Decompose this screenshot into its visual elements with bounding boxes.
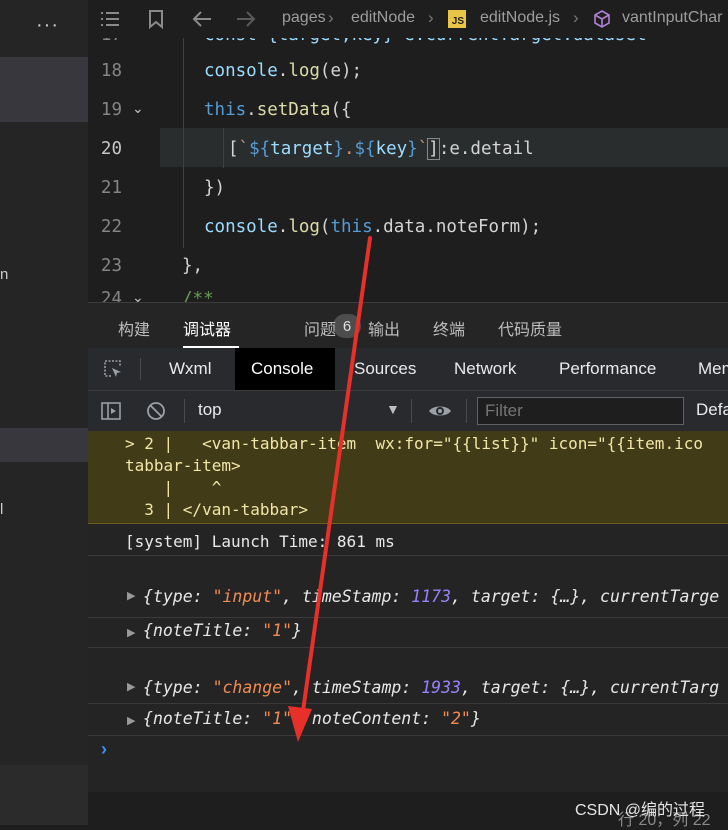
tab-output[interactable]: 输出 (368, 316, 400, 340)
sidebar-text-fragment-2: l (0, 501, 4, 518)
code-line-22: 22 console.log(this.data.noteForm); (100, 217, 542, 237)
warning-line: > 2 | <van-tabbar-item wx:for="{{list}}"… (125, 434, 703, 453)
subtab-network[interactable]: Network (438, 348, 532, 390)
show-sidebar-icon[interactable] (100, 400, 122, 422)
tab-terminal[interactable]: 终端 (433, 316, 465, 340)
sidebar-selected-row-2[interactable] (0, 428, 88, 462)
breadcrumb-symbol[interactable]: vantInputChar (622, 9, 723, 27)
chevron-right-icon: › (328, 8, 334, 27)
divider-2 (184, 399, 185, 423)
expand-triangle-icon-4[interactable]: ▶ (127, 714, 135, 727)
subtab-performance[interactable]: Performance (543, 348, 672, 390)
sidebar-selected-row[interactable] (0, 57, 88, 122)
sidebar-text-fragment: n (0, 266, 9, 283)
fold-chevron-icon-2[interactable]: ⌄ (132, 289, 144, 302)
code-line-20: 20 [`${target}.${key}`]:e.detail (100, 138, 534, 160)
explorer-sidebar: ··· n l (0, 0, 88, 825)
context-selector[interactable]: top (198, 400, 222, 420)
divider (140, 358, 141, 380)
watermark: CSDN @编的过程 (575, 802, 706, 819)
back-arrow-icon[interactable] (190, 8, 214, 30)
console-toolbar: top ▼ Defa (88, 391, 728, 432)
forward-arrow-icon[interactable] (234, 8, 258, 30)
console-message: [system] Launch Time: 861 ms (88, 524, 728, 556)
breadcrumb-pages[interactable]: pages (282, 9, 326, 27)
console-object-entry-3[interactable]: ▶ {type: "change", timeStamp: 1933, targ… (88, 647, 728, 704)
code-line-19: 19 ⌄ this.setData({ (100, 100, 352, 120)
divider-3 (411, 399, 412, 423)
list-icon[interactable] (98, 8, 122, 30)
console-object-entry-4[interactable]: ▶ {noteTitle: "1", noteContent: "2"} (88, 703, 728, 736)
subtab-memory[interactable]: Mem (682, 348, 728, 390)
clear-console-icon[interactable] (145, 400, 167, 422)
tab-problems[interactable]: 问题 (304, 316, 336, 340)
bookmark-icon[interactable] (144, 8, 168, 30)
tab-build[interactable]: 构建 (118, 316, 150, 340)
expand-triangle-icon-3[interactable]: ▶ (127, 680, 135, 693)
log-levels-dropdown[interactable]: Defa (696, 400, 728, 420)
breadcrumb-bar: pages › editNode › JS editNode.js › vant… (88, 0, 728, 38)
dropdown-arrow-icon[interactable]: ▼ (386, 401, 400, 417)
sidebar-bottom-panel (0, 765, 88, 825)
eye-icon[interactable] (427, 400, 453, 422)
code-line-18: 18 console.log(e); (100, 61, 363, 81)
chevron-right-icon-2: › (428, 8, 434, 27)
more-actions-icon[interactable]: ··· (36, 14, 59, 37)
debugger-count-badge: 6 (333, 314, 361, 338)
component-cube-icon (590, 8, 614, 30)
console-output[interactable]: > 2 | <van-tabbar-item wx:for="{{list}}"… (88, 431, 728, 792)
fold-chevron-icon[interactable]: ⌄ (132, 100, 144, 117)
divider-4 (466, 399, 467, 423)
breadcrumb-file[interactable]: editNode.js (480, 9, 560, 27)
devtools-panel-tabs: Wxml Console Sources Network Performance… (88, 348, 728, 391)
code-line-21: 21 }) (100, 178, 226, 198)
js-file-icon: JS (448, 10, 466, 28)
tab-debugger[interactable]: 调试器 (183, 316, 231, 340)
warning-line-4: 3 | </van-tabbar> (125, 500, 309, 519)
tab-code-quality[interactable]: 代码质量 (498, 316, 562, 340)
warning-line-2: tabbar-item> (125, 456, 241, 475)
code-line-24: 24 ⌄ /** (88, 280, 728, 302)
subtab-console[interactable]: Console (235, 348, 335, 390)
console-object-entry-2[interactable]: ▶ {noteTitle: "1"} (88, 617, 728, 648)
filter-input[interactable] (477, 397, 684, 425)
console-prompt-icon[interactable]: › (101, 739, 107, 760)
chevron-right-icon-3: › (573, 8, 579, 27)
inspect-element-icon[interactable] (102, 358, 124, 380)
breadcrumb-editnode[interactable]: editNode (351, 9, 415, 27)
code-editor[interactable]: 17 const {target,key}=e.currentTarget.da… (88, 0, 728, 302)
devtools-tab-bar: 构建 调试器 6 问题 输出 终端 代码质量 (88, 302, 728, 349)
warning-line-3: | ^ (125, 478, 222, 497)
subtab-wxml[interactable]: Wxml (153, 348, 227, 390)
expand-triangle-icon-2[interactable]: ▶ (127, 626, 135, 639)
console-object-entry[interactable]: ▶ {type: "input", timeStamp: 1173, targe… (88, 555, 728, 618)
subtab-sources[interactable]: Sources (338, 348, 432, 390)
expand-triangle-icon[interactable]: ▶ (127, 589, 135, 602)
warning-message-block: > 2 | <van-tabbar-item wx:for="{{list}}"… (88, 431, 728, 524)
